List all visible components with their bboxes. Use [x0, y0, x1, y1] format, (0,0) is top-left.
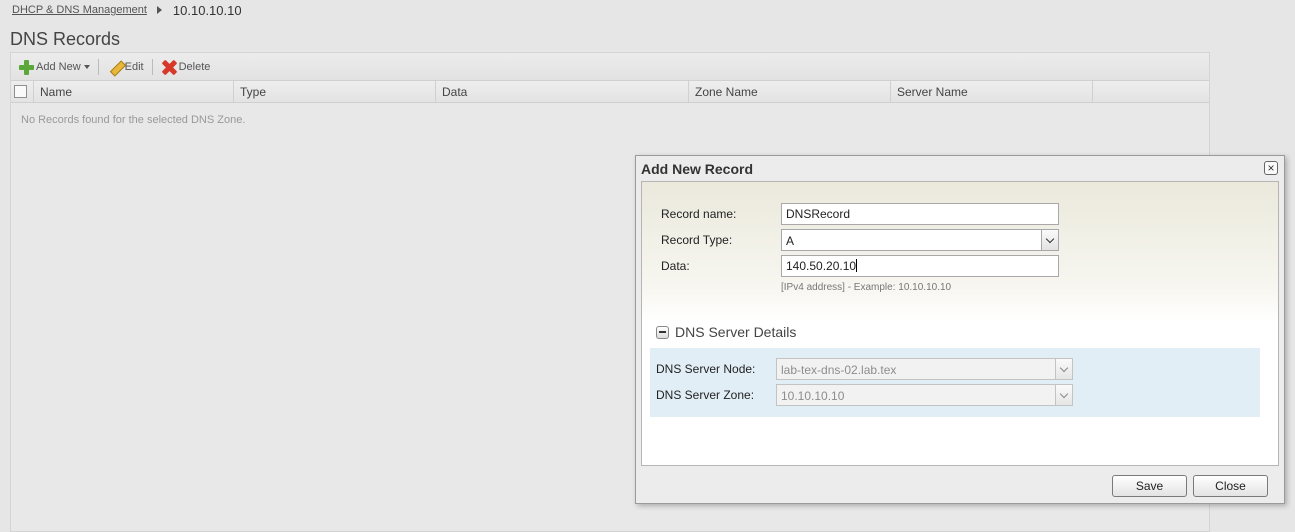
save-button[interactable]: Save	[1112, 475, 1187, 497]
dns-server-zone-value: 10.10.10.10	[781, 389, 845, 403]
dns-server-section-title: DNS Server Details	[675, 324, 797, 340]
breadcrumb-link-dhcp-dns[interactable]: DHCP & DNS Management	[12, 4, 147, 16]
record-type-label: Record Type:	[661, 233, 733, 247]
dns-server-section-header[interactable]: DNS Server Details	[656, 324, 796, 340]
delete-button[interactable]: Delete	[159, 59, 213, 75]
column-header-data[interactable]: Data	[436, 81, 689, 102]
breadcrumb-current: 10.10.10.10	[172, 2, 242, 18]
edit-button[interactable]: Edit	[105, 59, 146, 75]
add-new-label: Add New	[36, 60, 81, 73]
delete-x-icon	[161, 59, 177, 75]
dns-server-zone-select[interactable]: 10.10.10.10	[776, 384, 1073, 406]
dns-server-node-label: DNS Server Node:	[656, 362, 756, 376]
column-header-zone-name[interactable]: Zone Name	[689, 81, 891, 102]
text-cursor	[856, 259, 858, 272]
chevron-down-icon[interactable]	[1055, 359, 1072, 379]
column-header-type[interactable]: Type	[234, 81, 436, 102]
dns-server-node-value: lab-tex-dns-02.lab.tex	[781, 363, 897, 377]
dialog-title: Add New Record	[641, 161, 754, 177]
record-type-select[interactable]: A	[781, 229, 1059, 251]
add-new-button[interactable]: Add New	[16, 59, 92, 75]
chevron-down-icon[interactable]	[1055, 385, 1072, 405]
caret-down-icon	[83, 64, 90, 69]
data-hint: [IPv4 address] - Example: 10.10.10.10	[781, 282, 952, 293]
delete-label: Delete	[178, 60, 211, 73]
breadcrumb-arrow-icon	[156, 6, 162, 14]
page-title: DNS Records	[10, 29, 121, 49]
grid-toolbar: Add New Edit Delete	[11, 53, 1209, 81]
record-name-label: Record name:	[661, 207, 737, 221]
data-input[interactable]: 140.50.20.10	[781, 255, 1059, 277]
column-header-server-name[interactable]: Server Name	[891, 81, 1093, 102]
select-all-checkbox[interactable]	[14, 85, 27, 98]
close-button[interactable]: Close	[1193, 475, 1268, 497]
column-header-name[interactable]: Name	[34, 81, 234, 102]
dns-server-zone-label: DNS Server Zone:	[656, 388, 755, 402]
dialog-body: Record name: DNSRecord Record Type: A Da…	[641, 181, 1279, 466]
dns-server-node-select[interactable]: lab-tex-dns-02.lab.tex	[776, 358, 1073, 380]
chevron-down-icon[interactable]	[1041, 230, 1058, 250]
record-name-input[interactable]: DNSRecord	[781, 203, 1059, 225]
pencil-icon	[107, 59, 123, 75]
dialog-close-icon[interactable]: ×	[1264, 161, 1278, 175]
collapse-icon[interactable]	[656, 325, 669, 339]
breadcrumb: DHCP & DNS Management 10.10.10.10	[12, 2, 242, 18]
plus-icon	[18, 59, 34, 75]
toolbar-separator	[151, 58, 153, 75]
add-new-record-dialog: Add New Record × Record name: DNSRecord …	[635, 155, 1285, 504]
select-all-cell	[11, 81, 34, 102]
dns-server-details-panel: DNS Server Node: lab-tex-dns-02.lab.tex …	[650, 348, 1260, 417]
empty-message: No Records found for the selected DNS Zo…	[21, 114, 246, 126]
toolbar-separator	[97, 58, 99, 75]
edit-label: Edit	[124, 60, 144, 73]
grid-header: Name Type Data Zone Name Server Name	[11, 81, 1209, 103]
record-type-value: A	[786, 234, 795, 248]
data-input-value: 140.50.20.10	[786, 259, 857, 273]
data-label: Data:	[661, 259, 690, 273]
